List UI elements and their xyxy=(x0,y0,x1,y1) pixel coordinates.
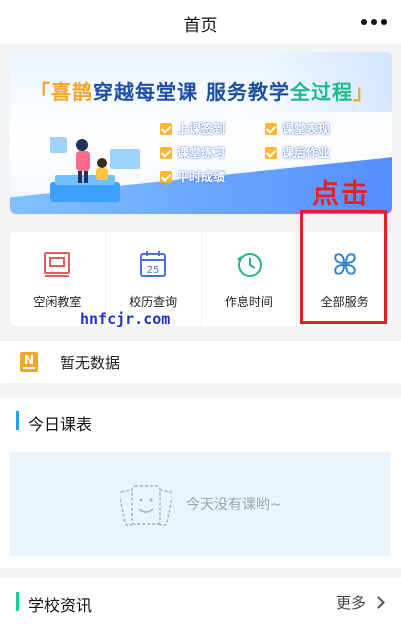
section-accent-bar xyxy=(16,411,19,430)
news-title: 学校资讯 xyxy=(28,596,93,615)
banner-feature: 课堂表现 xyxy=(265,120,330,137)
calendar-icon: 25 xyxy=(140,251,167,277)
service-label: 作息时间 xyxy=(224,295,273,309)
banner-feature: 课后作业 xyxy=(265,144,330,161)
check-icon xyxy=(160,146,172,159)
check-icon xyxy=(160,170,172,183)
empty-schedule: 今天没有课哟~ xyxy=(10,452,390,556)
highlight-box xyxy=(300,210,387,324)
notice-text: 暂无数据 xyxy=(60,354,121,372)
check-icon xyxy=(160,122,172,135)
schedule-title: 今日课表 xyxy=(28,415,93,434)
service-label: 空闲教室 xyxy=(33,295,82,309)
clock-icon xyxy=(236,253,262,277)
banner-feature: 课堂练习 xyxy=(160,144,225,161)
page-title: 首页 xyxy=(183,16,218,36)
today-schedule-card: 今日课表 今天没有课哟~ xyxy=(0,398,401,568)
empty-schedule-text: 今天没有课哟~ xyxy=(186,497,282,513)
check-icon xyxy=(265,122,277,135)
more-dots-icon[interactable] xyxy=(361,17,387,27)
chevron-right-icon xyxy=(372,596,385,609)
notice-icon: N xyxy=(20,352,38,372)
notice-bar[interactable]: N 暂无数据 xyxy=(0,341,401,383)
banner-feature: 平时成绩 xyxy=(160,168,225,185)
news-more-link[interactable]: 更多 xyxy=(336,592,385,613)
schedule-header: 今日课表 xyxy=(0,398,401,444)
service-schedule-time[interactable]: 作息时间 xyxy=(202,232,298,326)
section-accent-bar xyxy=(16,592,19,611)
banner-feature: 上课签到 xyxy=(160,120,225,137)
classroom-icon xyxy=(44,252,71,277)
school-news-header: 学校资讯 更多 xyxy=(0,578,401,630)
click-annotation: 点击 xyxy=(312,179,370,210)
svg-text:25: 25 xyxy=(147,265,160,276)
teacher-student-illustration xyxy=(50,137,140,202)
watermark: hnfcjr.com xyxy=(80,310,171,328)
service-label: 校历查询 xyxy=(129,295,178,309)
banner-headline: 「喜鹊穿越每堂课 服务教学全过程」 xyxy=(30,80,374,104)
title-bar: 首页 xyxy=(0,0,401,44)
check-icon xyxy=(265,146,277,159)
empty-cards-icon xyxy=(120,485,172,527)
